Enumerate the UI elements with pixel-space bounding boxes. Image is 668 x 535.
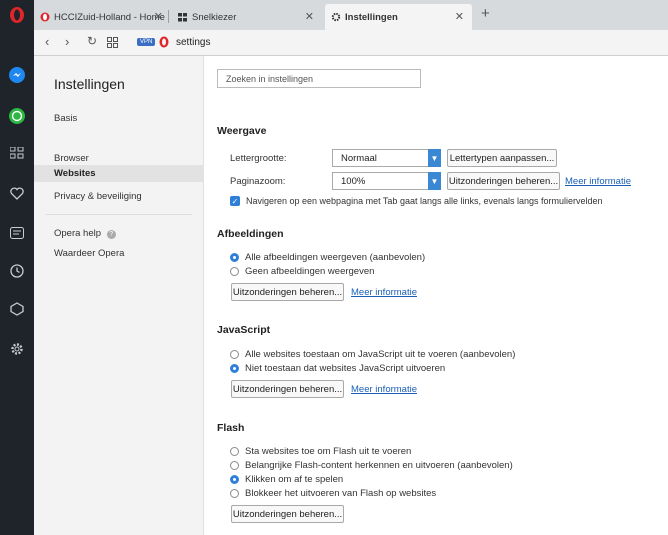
- tab-grid-icon[interactable]: [107, 36, 118, 51]
- section-title-javascript: JavaScript: [217, 324, 271, 336]
- sidebar-item-opera-help[interactable]: Opera help ?: [54, 228, 116, 239]
- address-bar: ‹ › ↻ VPN settings: [34, 30, 668, 56]
- radio-label: Niet toestaan dat websites JavaScript ui…: [245, 363, 446, 374]
- tab-strip: HCCIZuid-Holland - Home ✕ Snelkiezer ✕ I…: [34, 0, 668, 30]
- section-title-afbeeldingen: Afbeeldingen: [217, 228, 284, 240]
- radio-label: Klikken om af te spelen: [245, 474, 344, 485]
- sidebar-item-label: Websites: [54, 168, 96, 179]
- settings-sidebar: Instellingen Basis Browser Websites Priv…: [34, 56, 204, 535]
- help-icon: ?: [106, 230, 116, 239]
- news-icon[interactable]: [8, 224, 26, 242]
- radio-allow-flash[interactable]: [230, 447, 239, 456]
- font-size-label: Lettergrootte:: [230, 153, 287, 164]
- vpn-badge[interactable]: VPN: [137, 38, 156, 46]
- radio-block-flash[interactable]: [230, 489, 239, 498]
- sidebar-item-basis[interactable]: Basis: [54, 113, 77, 124]
- divider: [46, 214, 192, 215]
- radio-detect-flash[interactable]: [230, 461, 239, 470]
- radio-label: Sta websites toe om Flash uit te voeren: [245, 446, 412, 457]
- settings-content: Zoeken in instellingen Weergave Lettergr…: [204, 56, 668, 535]
- opera-o-icon: [159, 36, 169, 48]
- chevron-down-icon: ▼: [428, 172, 441, 190]
- heart-icon[interactable]: [8, 184, 26, 202]
- tab-settings[interactable]: Instellingen ✕: [325, 4, 472, 30]
- font-size-select[interactable]: Normaal ▼: [332, 149, 441, 167]
- flash-exceptions-button[interactable]: Uitzonderingen beheren...: [231, 505, 344, 523]
- sidebar-item-rate-opera[interactable]: Waardeer Opera: [54, 248, 124, 259]
- radio-allow-javascript[interactable]: [230, 350, 239, 359]
- javascript-exceptions-button[interactable]: Uitzonderingen beheren...: [231, 380, 344, 398]
- tab-title: HCCIZuid-Holland - Home: [54, 11, 165, 23]
- opera-sidebar: [0, 0, 34, 535]
- gear-favicon-icon: [331, 12, 341, 22]
- close-icon[interactable]: ✕: [305, 10, 314, 23]
- whatsapp-icon[interactable]: [8, 107, 26, 125]
- radio-label: Alle afbeeldingen weergeven (aanbevolen): [245, 252, 426, 263]
- chevron-down-icon: ▼: [428, 149, 441, 167]
- page-zoom-label: Paginazoom:: [230, 176, 286, 187]
- font-size-value: Normaal: [341, 152, 377, 164]
- search-input[interactable]: Zoeken in instellingen: [217, 69, 421, 88]
- radio-label: Geen afbeeldingen weergeven: [245, 266, 375, 277]
- sidebar-item-label: Opera help: [54, 228, 102, 239]
- extensions-icon[interactable]: [8, 300, 26, 318]
- messenger-icon[interactable]: [8, 66, 26, 84]
- radio-label: Blokkeer het uitvoeren van Flash op webs…: [245, 488, 437, 499]
- search-placeholder: Zoeken in instellingen: [226, 74, 314, 84]
- page-zoom-select[interactable]: 100% ▼: [332, 172, 441, 190]
- page-title: Instellingen: [54, 76, 125, 92]
- speed-dial-icon[interactable]: [8, 144, 26, 162]
- tab-title: Snelkiezer: [192, 11, 237, 23]
- tab-home[interactable]: HCCIZuid-Holland - Home ✕: [34, 4, 167, 30]
- section-title-flash: Flash: [217, 422, 245, 434]
- sidebar-item-privacy[interactable]: Privacy & beveiliging: [54, 191, 142, 202]
- reload-icon[interactable]: ↻: [87, 34, 97, 48]
- tab-title: Instellingen: [345, 11, 398, 23]
- radio-block-javascript[interactable]: [230, 364, 239, 373]
- radio-click-to-play[interactable]: [230, 475, 239, 484]
- url-text[interactable]: settings: [176, 37, 210, 48]
- tab-navigation-checkbox[interactable]: ✓: [230, 196, 240, 206]
- grid-favicon-icon: [178, 12, 187, 21]
- zoom-exceptions-button[interactable]: Uitzonderingen beheren...: [447, 172, 560, 190]
- history-icon[interactable]: [8, 262, 26, 280]
- opera-favicon-icon: [40, 12, 50, 22]
- new-tab-plus-icon[interactable]: +: [481, 5, 490, 22]
- radio-show-images[interactable]: [230, 253, 239, 262]
- javascript-more-info-link[interactable]: Meer informatie: [351, 384, 417, 395]
- radio-label: Belangrijke Flash-content herkennen en u…: [245, 460, 513, 471]
- page-zoom-value: 100%: [341, 175, 366, 187]
- back-icon[interactable]: ‹: [45, 34, 49, 49]
- customize-fonts-button[interactable]: Lettertypen aanpassen...: [447, 149, 557, 167]
- settings-gear-icon[interactable]: [8, 340, 26, 358]
- images-exceptions-button[interactable]: Uitzonderingen beheren...: [231, 283, 344, 301]
- close-icon[interactable]: ✕: [154, 10, 163, 23]
- opera-logo-icon[interactable]: [8, 6, 26, 24]
- radio-label: Alle websites toestaan om JavaScript uit…: [245, 349, 516, 360]
- section-title-weergave: Weergave: [217, 125, 267, 137]
- sidebar-item-browser[interactable]: Browser: [54, 153, 89, 164]
- forward-icon[interactable]: ›: [65, 34, 69, 49]
- tab-speed-dial[interactable]: Snelkiezer ✕: [172, 4, 322, 30]
- close-icon[interactable]: ✕: [455, 10, 464, 23]
- sidebar-item-websites[interactable]: Websites: [34, 165, 204, 182]
- radio-hide-images[interactable]: [230, 267, 239, 276]
- tab-navigation-label: Navigeren op een webpagina met Tab gaat …: [246, 196, 603, 206]
- zoom-more-info-link[interactable]: Meer informatie: [565, 176, 631, 187]
- images-more-info-link[interactable]: Meer informatie: [351, 287, 417, 298]
